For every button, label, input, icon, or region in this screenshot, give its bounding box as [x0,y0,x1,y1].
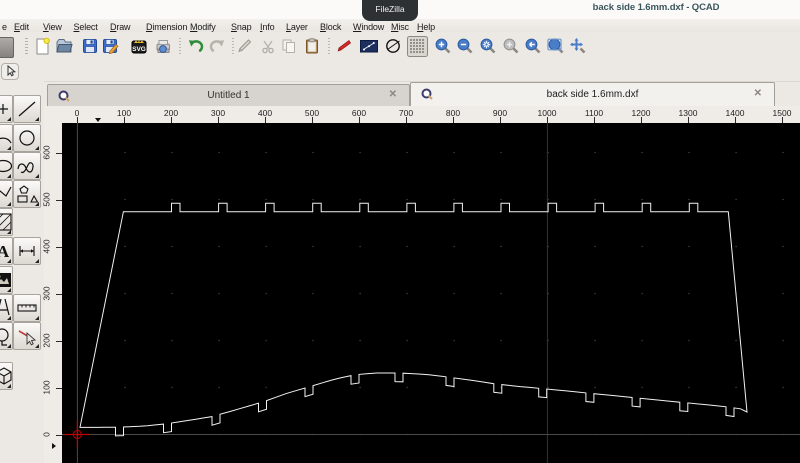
svg-text:SVG: SVG [132,46,146,53]
